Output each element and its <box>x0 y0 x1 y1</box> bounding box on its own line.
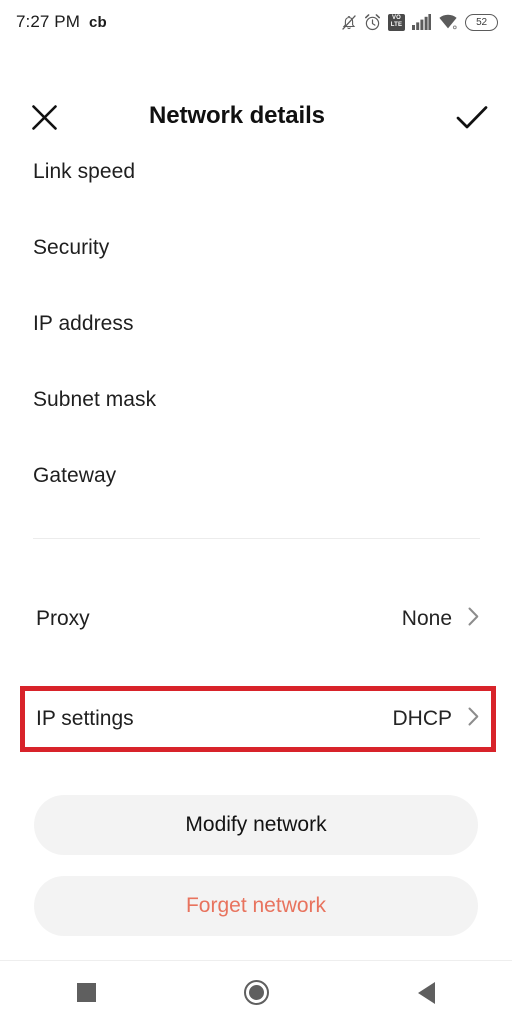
info-row-gateway: Gateway <box>0 438 512 514</box>
volte-top-text: VO <box>391 14 402 21</box>
info-label: Link speed <box>33 160 136 183</box>
android-nav-bar <box>0 960 512 1024</box>
modify-network-button[interactable]: Modify network <box>34 795 478 855</box>
wifi-icon <box>438 14 458 30</box>
recents-square-icon[interactable] <box>1 961 171 1024</box>
signal-bars-icon <box>412 14 431 30</box>
proxy-value: None <box>401 607 452 630</box>
proxy-row[interactable]: Proxy None <box>0 587 512 651</box>
back-triangle-icon[interactable] <box>341 961 511 1024</box>
status-bar-left: 7:27 PM cb <box>16 12 107 32</box>
info-row-link-speed: Link speed <box>0 134 512 210</box>
app-header: Network details <box>0 44 512 130</box>
page-title: Network details <box>149 102 325 129</box>
status-bar-icons: VO LTE 52 <box>341 13 498 31</box>
battery-level-text: 52 <box>476 16 487 28</box>
check-icon[interactable] <box>454 100 490 136</box>
proxy-label: Proxy <box>36 607 90 630</box>
info-row-ip-address: IP address <box>0 286 512 362</box>
phone-screen: 7:27 PM cb VO LTE 52 Network details Lin… <box>0 0 512 1024</box>
status-clock: 7:27 PM <box>16 12 81 31</box>
status-bar: 7:27 PM cb VO LTE 52 <box>0 0 512 44</box>
home-circle-icon[interactable] <box>171 961 341 1024</box>
forget-network-button[interactable]: Forget network <box>34 876 478 936</box>
bell-muted-icon <box>341 14 357 31</box>
ip-settings-value-group: DHCP <box>392 707 479 731</box>
status-carrier-label: cb <box>89 14 107 31</box>
info-label: Subnet mask <box>33 388 157 411</box>
info-label: Gateway <box>33 464 117 487</box>
info-row-subnet-mask: Subnet mask <box>0 362 512 438</box>
ip-settings-label: IP settings <box>36 707 134 730</box>
info-label: Security <box>33 236 110 259</box>
volte-icon: VO LTE <box>388 13 405 31</box>
battery-icon: 52 <box>465 13 498 31</box>
section-divider <box>33 538 480 539</box>
volte-bottom-text: LTE <box>390 22 403 28</box>
proxy-value-group: None <box>402 607 479 631</box>
ip-settings-value: DHCP <box>392 707 452 730</box>
chevron-right-icon <box>468 607 479 631</box>
network-info-list: Link speed Security IP address Subnet ma… <box>0 134 512 514</box>
info-row-security: Security <box>0 210 512 286</box>
chevron-right-icon <box>468 707 479 731</box>
alarm-icon <box>364 13 381 31</box>
info-label: IP address <box>33 312 134 335</box>
ip-settings-row[interactable]: IP settings DHCP <box>0 687 512 751</box>
